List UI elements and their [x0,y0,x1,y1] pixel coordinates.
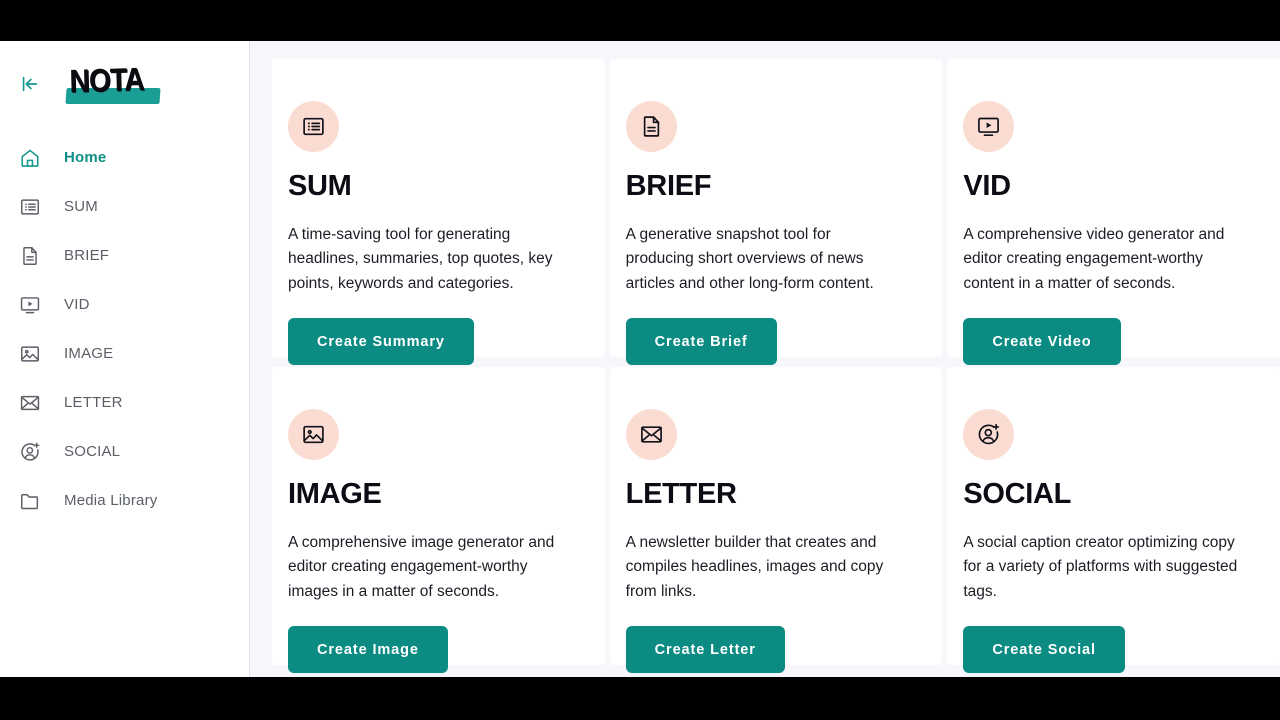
create-social-button[interactable]: Create Social [963,626,1125,674]
envelope-icon [625,409,677,460]
card-description: A time-saving tool for generating headli… [288,226,553,292]
card-title: VID [963,170,1011,202]
app-window: NOTA Home SUM BRIEF VID IMAGE LETTER SOC… [0,41,1280,677]
sidebar-item-label: BRIEF [64,247,110,264]
collapse-left-icon[interactable] [16,70,44,98]
sidebar-item-label: SUM [64,198,98,215]
list-icon [18,195,42,219]
card-description: A generative snapshot tool for producing… [625,226,874,292]
screen: NOTA Home SUM BRIEF VID IMAGE LETTER SOC… [0,0,1280,720]
sidebar: NOTA Home SUM BRIEF VID IMAGE LETTER SOC… [0,41,250,677]
tool-card-brief[interactable]: BRIEF A generative snapshot tool for pro… [609,59,943,366]
card-description: A social caption creator optimizing copy… [963,534,1238,600]
sidebar-nav: Home SUM BRIEF VID IMAGE LETTER SOCIAL M… [0,123,249,525]
card-description: A comprehensive video generator and edit… [963,226,1225,292]
video-icon [963,101,1015,152]
list-icon [288,101,339,152]
sidebar-item-vid[interactable]: VID [0,280,249,329]
main-content: SUM A time-saving tool for generating he… [250,41,1280,677]
create-letter-button[interactable]: Create Letter [625,626,785,674]
card-title: LETTER [625,478,737,510]
sidebar-item-label: VID [64,296,90,313]
image-icon [18,342,42,366]
card-title: SUM [288,170,352,202]
create-brief-button[interactable]: Create Brief [625,318,777,366]
tool-card-letter[interactable]: LETTER A newsletter builder that creates… [609,367,943,674]
app-logo[interactable]: NOTA [65,60,161,106]
folder-icon [18,489,42,513]
sidebar-item-sum[interactable]: SUM [0,182,249,231]
sidebar-item-media-library[interactable]: Media Library [0,476,249,525]
card-title: IMAGE [288,478,382,510]
create-video-button[interactable]: Create Video [963,318,1121,366]
sidebar-item-label: Home [64,149,107,166]
tool-card-grid: SUM A time-saving tool for generating he… [250,41,1280,674]
sidebar-item-social[interactable]: SOCIAL [0,427,249,476]
create-summary-button[interactable]: Create Summary [288,318,474,366]
sidebar-item-letter[interactable]: LETTER [0,378,249,427]
letterbox-top-bar [0,0,1280,41]
card-description: A comprehensive image generator and edit… [288,534,555,600]
sidebar-header: NOTA [0,45,249,123]
sidebar-item-brief[interactable]: BRIEF [0,231,249,280]
sidebar-item-image[interactable]: IMAGE [0,329,249,378]
user-plus-icon [963,409,1015,460]
user-plus-icon [18,440,42,464]
tool-card-image[interactable]: IMAGE A comprehensive image generator an… [272,367,605,674]
document-icon [18,244,42,268]
sidebar-item-label: SOCIAL [64,443,121,460]
letterbox-bottom-bar [0,677,1280,720]
envelope-icon [18,391,42,415]
create-image-button[interactable]: Create Image [288,626,448,674]
video-icon [18,293,42,317]
tool-card-social[interactable]: SOCIAL A social caption creator optimizi… [947,367,1280,674]
card-title: BRIEF [625,170,712,202]
logo-text: NOTA [69,60,145,99]
tool-card-vid[interactable]: VID A comprehensive video generator and … [947,59,1280,366]
document-icon [625,101,677,152]
image-icon [288,409,339,460]
sidebar-item-label: LETTER [64,394,123,411]
sidebar-item-label: IMAGE [64,345,114,362]
sidebar-item-home[interactable]: Home [0,133,249,182]
card-title: SOCIAL [963,478,1072,510]
card-description: A newsletter builder that creates and co… [625,534,884,600]
sidebar-item-label: Media Library [64,492,158,509]
tool-card-sum[interactable]: SUM A time-saving tool for generating he… [272,59,605,366]
home-icon [18,146,42,170]
